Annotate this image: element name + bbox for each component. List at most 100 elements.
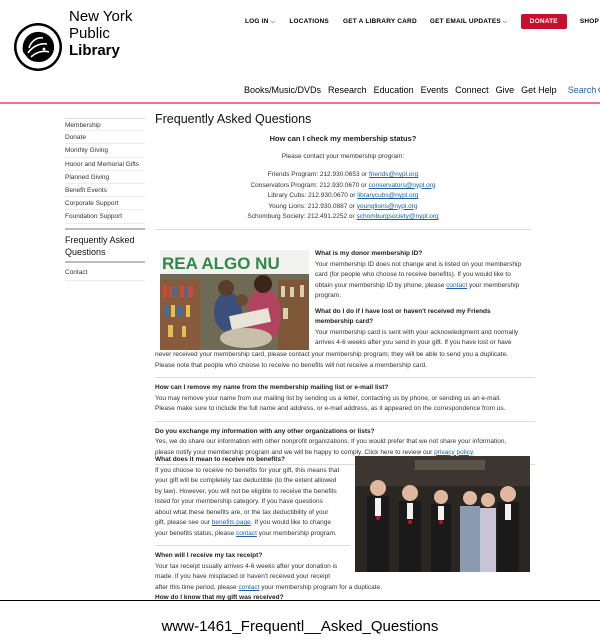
sidebar-item-benefit-events[interactable]: Benefit Events bbox=[65, 184, 145, 198]
sidebar-item-honor-memorial[interactable]: Honor and Memorial Gifts bbox=[65, 158, 145, 171]
faq-question-cont: membership card? bbox=[315, 318, 374, 325]
email-updates-link[interactable]: GET EMAIL UPDATES ⌵ bbox=[430, 18, 508, 26]
login-link[interactable]: LOG IN ⌵ bbox=[245, 18, 275, 26]
program-label: Young Lions: 212.930.0887 or bbox=[268, 202, 357, 210]
nav-give[interactable]: Give bbox=[496, 85, 515, 95]
faq-heading-membership-status: How can I check my membership status? bbox=[269, 134, 417, 143]
faq-answer-line: Please note that people who choose to re… bbox=[155, 361, 428, 369]
lion-logo-icon bbox=[14, 23, 62, 71]
main-nav: Books/Music/DVDs Research Education Even… bbox=[244, 85, 600, 95]
search-button[interactable]: Search bbox=[568, 85, 600, 95]
program-row: Friends Program: 212.930.0653 or friends… bbox=[155, 170, 531, 181]
program-row: Library Cubs: 212.930.0670 or librarycub… bbox=[155, 191, 531, 202]
program-email-link[interactable]: librarycubs@nypl.org bbox=[357, 192, 418, 199]
faq-answer-line: You may remove your name from our mailin… bbox=[155, 394, 501, 402]
page-title: Frequently Asked Questions bbox=[155, 112, 312, 126]
section-divider bbox=[155, 377, 535, 378]
sidebar-item-planned-giving[interactable]: Planned Giving bbox=[65, 171, 145, 184]
sidebar-item-contact[interactable]: Contact bbox=[65, 263, 145, 281]
faq-answer-line: Your membership card is sent with your a… bbox=[315, 328, 519, 336]
photo-sign-text: REA ALGO NU bbox=[162, 254, 280, 273]
faq-question: What is my donor membership ID? bbox=[315, 250, 423, 257]
shop-link[interactable]: SHOP bbox=[580, 18, 599, 25]
faq-item-lost-card-cont: never received your membership card, ple… bbox=[155, 350, 535, 465]
sidebar-item-donate[interactable]: Donate bbox=[65, 131, 145, 145]
faq-answer-line: made. If you have misplaced or haven't r… bbox=[155, 573, 331, 580]
nav-events[interactable]: Events bbox=[421, 85, 449, 95]
sidebar-nav: Membership Donate Monthly Giving Honor a… bbox=[65, 118, 145, 281]
faq-answer-line: your benefits status, please contact you… bbox=[155, 529, 355, 540]
logo-wordmark: New York Public Library bbox=[69, 8, 132, 59]
answer-text: your membership program. bbox=[256, 529, 337, 537]
privacy-policy-link[interactable]: privacy policy bbox=[434, 449, 473, 456]
search-label: Search bbox=[567, 85, 597, 95]
faq-answer-line: your gift will be completely tax deducti… bbox=[155, 477, 337, 484]
answer-text: . bbox=[472, 448, 475, 456]
screenshot-caption: www-1461_Frequentl__Asked_Questions bbox=[161, 618, 439, 635]
answer-text: after this time period, please bbox=[155, 583, 239, 591]
chevron-down-icon: ⌵ bbox=[270, 18, 276, 25]
program-email-link[interactable]: younglions@nypl.org bbox=[357, 203, 418, 210]
program-email-link[interactable]: friends@nypl.org bbox=[369, 171, 418, 178]
program-email-link[interactable]: schomburgsociety@nypl.org bbox=[357, 213, 439, 220]
utility-nav: LOG IN ⌵ LOCATIONS GET A LIBRARY CARD GET… bbox=[245, 14, 599, 29]
program-row: Young Lions: 212.930.0887 or younglions@… bbox=[155, 202, 531, 213]
faq-item-membership-id: What is my donor membership ID? Your mem… bbox=[315, 249, 535, 349]
sidebar-item-faq[interactable]: Frequently Asked Questions bbox=[65, 227, 145, 263]
faq-question: When will I receive my tax receipt? bbox=[155, 552, 263, 559]
library-reading-photo: REA ALGO NU bbox=[160, 250, 309, 350]
nav-research[interactable]: Research bbox=[328, 85, 367, 95]
locations-link[interactable]: LOCATIONS bbox=[289, 18, 329, 25]
faq-answer-line: listed for your membership category. If … bbox=[155, 498, 323, 505]
sidebar-item-foundation-support[interactable]: Foundation Support bbox=[65, 210, 145, 224]
program-contact-list: Friends Program: 212.930.0653 or friends… bbox=[155, 170, 531, 223]
program-email-link[interactable]: conservators@nypl.org bbox=[369, 182, 436, 189]
library-card-link[interactable]: GET A LIBRARY CARD bbox=[343, 18, 417, 25]
chevron-down-icon: ⌵ bbox=[502, 18, 508, 25]
benefit-event-photo bbox=[355, 456, 530, 572]
faq-answer-line: obtain your membership ID by phone, plea… bbox=[315, 281, 535, 292]
sidebar-item-monthly-giving[interactable]: Monthly Giving bbox=[65, 144, 145, 158]
faq-answer-line: Your membership ID does not change and i… bbox=[315, 260, 522, 268]
answer-text: your benefits status, please bbox=[155, 529, 236, 537]
library-reading-image: REA ALGO NU bbox=[160, 250, 309, 350]
faq-question: What does it mean to receive no benefits… bbox=[155, 456, 286, 463]
faq-item-no-benefits: What does it mean to receive no benefits… bbox=[155, 455, 382, 594]
faq-answer-line: by law). However, you will not be eligib… bbox=[155, 487, 337, 495]
contact-link[interactable]: contact bbox=[236, 530, 257, 537]
sidebar-item-corporate-support[interactable]: Corporate Support bbox=[65, 197, 145, 211]
program-row: Conservators Program: 212.930.0670 or co… bbox=[155, 181, 531, 192]
sidebar-item-membership[interactable]: Membership bbox=[65, 118, 145, 132]
contact-intro-text: Please contact your membership program: bbox=[281, 152, 405, 160]
nav-get-help[interactable]: Get Help bbox=[521, 85, 557, 95]
nav-education[interactable]: Education bbox=[374, 85, 414, 95]
benefit-event-image bbox=[355, 456, 530, 572]
program-label: Schomburg Society: 212.491.2252 or bbox=[247, 213, 357, 220]
logo-line-1: New York bbox=[69, 8, 133, 25]
faq-answer-line: program. bbox=[315, 292, 342, 299]
contact-link[interactable]: contact bbox=[446, 282, 467, 289]
program-label: Conservators Program: 212.930.0670 or bbox=[250, 181, 369, 189]
answer-text: obtain your membership ID by phone, plea… bbox=[315, 281, 447, 289]
nav-books-music-dvds[interactable]: Books/Music/DVDs bbox=[244, 85, 321, 95]
logo-line-3: Library bbox=[69, 42, 120, 59]
faq-answer-line: If you choose to receive no benefits for… bbox=[155, 466, 340, 474]
faq-question: What do I do if I have lost or haven't r… bbox=[315, 307, 491, 315]
faq-answer-line: gift, please see our benefits page. If y… bbox=[155, 518, 355, 529]
program-label: Library Cubs: 212.930.0670 or bbox=[267, 192, 358, 199]
faq-answer-line: Please make sure to include the full nam… bbox=[155, 405, 506, 412]
benefits-page-link[interactable]: benefits page bbox=[212, 519, 251, 526]
answer-text: your membership program for a duplicate. bbox=[259, 583, 382, 591]
faq-answer-line: Your tax receipt usually arrives 4-6 wee… bbox=[155, 562, 338, 570]
program-label: Friends Program: 212.930.0653 or bbox=[267, 171, 369, 178]
contact-link[interactable]: contact bbox=[238, 584, 259, 591]
faq-answer-line: after this time period, please contact y… bbox=[155, 583, 382, 594]
faq-question: Do you exchange my information with any … bbox=[155, 427, 375, 435]
donate-button[interactable]: DONATE bbox=[520, 14, 567, 29]
email-updates-label: GET EMAIL UPDATES bbox=[429, 17, 501, 25]
section-divider bbox=[155, 545, 350, 546]
answer-text: your membership bbox=[467, 281, 520, 289]
faq-answer-line: never received your membership card, ple… bbox=[155, 351, 508, 358]
program-row: Schomburg Society: 212.491.2252 or schom… bbox=[155, 212, 531, 223]
nav-connect[interactable]: Connect bbox=[455, 85, 489, 95]
